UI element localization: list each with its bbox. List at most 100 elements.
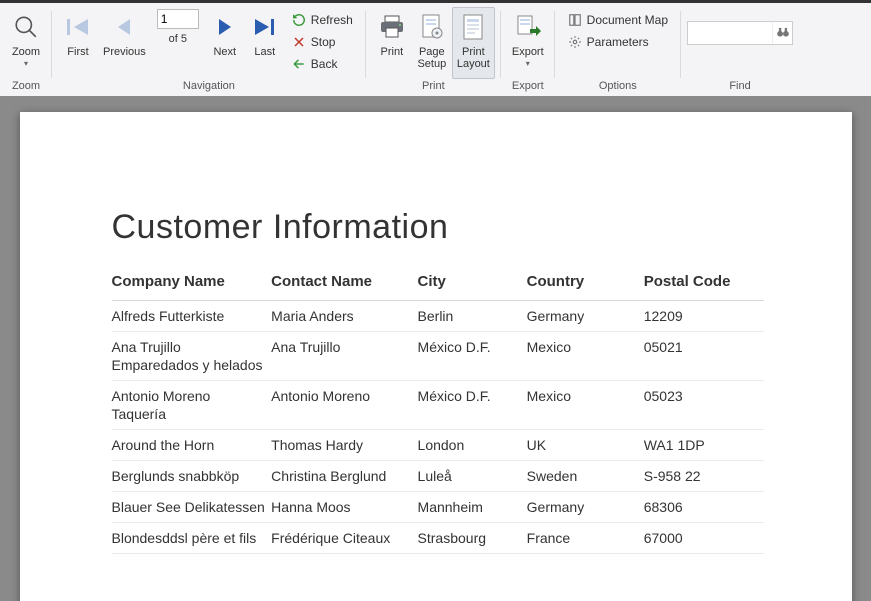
report-viewport[interactable]: Customer Information Company Name Contac…	[0, 96, 871, 601]
document-map-button[interactable]: Document Map	[561, 9, 675, 31]
table-row: Alfreds FutterkisteMaria AndersBerlinGer…	[112, 301, 764, 332]
table-cell: Hanna Moos	[271, 492, 417, 523]
group-options: Document Map Parameters Options	[555, 7, 681, 96]
export-button[interactable]: Export ▾	[507, 7, 549, 79]
table-cell: México D.F.	[418, 332, 527, 381]
refresh-label: Refresh	[311, 13, 353, 27]
stop-button[interactable]: Stop	[285, 31, 360, 53]
th-country: Country	[527, 267, 644, 301]
print-button[interactable]: Print	[372, 7, 412, 79]
chevron-down-icon: ▾	[24, 59, 28, 68]
table-cell: Germany	[527, 301, 644, 332]
table-cell: Frédérique Citeaux	[271, 523, 417, 554]
group-print: Print PageSetup PrintLayout Print	[366, 7, 501, 96]
document-map-icon	[568, 13, 582, 27]
table-cell: Ana Trujillo	[271, 332, 417, 381]
magnifier-icon	[13, 10, 39, 44]
binoculars-icon	[776, 26, 790, 41]
refresh-icon	[292, 13, 306, 27]
previous-page-button[interactable]: Previous	[98, 7, 151, 79]
table-cell: 12209	[644, 301, 764, 332]
group-find-label: Find	[729, 80, 750, 96]
table-cell: S-958 22	[644, 461, 764, 492]
find-button[interactable]	[772, 22, 792, 44]
back-icon	[292, 57, 306, 71]
table-cell: 05021	[644, 332, 764, 381]
print-layout-button[interactable]: PrintLayout	[452, 7, 495, 79]
parameters-label: Parameters	[587, 35, 649, 49]
page-number-input[interactable]	[157, 9, 199, 29]
table-cell: UK	[527, 430, 644, 461]
first-page-button[interactable]: First	[58, 7, 98, 79]
table-cell: 67000	[644, 523, 764, 554]
table-row: Blauer See DelikatessenHanna MoosMannhei…	[112, 492, 764, 523]
table-cell: Thomas Hardy	[271, 430, 417, 461]
table-cell: Mannheim	[418, 492, 527, 523]
table-cell: WA1 1DP	[644, 430, 764, 461]
back-label: Back	[311, 57, 338, 71]
th-postal: Postal Code	[644, 267, 764, 301]
last-icon	[251, 10, 279, 44]
last-label: Last	[254, 46, 275, 58]
table-cell: Ana Trujillo Emparedados y helados	[112, 332, 272, 381]
table-cell: Antonio Moreno Taquería	[112, 381, 272, 430]
table-cell: Blondesddsl père et fils	[112, 523, 272, 554]
table-cell: Strasbourg	[418, 523, 527, 554]
group-print-label: Print	[422, 80, 445, 96]
table-cell: 05023	[644, 381, 764, 430]
chevron-down-icon: ▾	[526, 59, 530, 68]
ribbon-toolbar: Zoom ▾ Zoom First Previous of 5	[0, 0, 871, 96]
table-cell: Blauer See Delikatessen	[112, 492, 272, 523]
group-nav-label: Navigation	[183, 80, 235, 96]
table-cell: Alfreds Futterkiste	[112, 301, 272, 332]
report-page: Customer Information Company Name Contac…	[20, 112, 852, 601]
table-cell: Around the Horn	[112, 430, 272, 461]
stop-icon	[292, 35, 306, 49]
find-input[interactable]	[688, 22, 772, 44]
printer-icon	[378, 10, 406, 44]
document-map-label: Document Map	[587, 13, 668, 27]
nav-extra-col: Refresh Stop Back	[285, 7, 360, 75]
th-contact: Contact Name	[271, 267, 417, 301]
table-header-row: Company Name Contact Name City Country P…	[112, 267, 764, 301]
group-export: Export ▾ Export	[501, 7, 555, 96]
table-cell: Germany	[527, 492, 644, 523]
last-page-button[interactable]: Last	[245, 7, 285, 79]
parameters-icon	[568, 35, 582, 49]
find-wrap	[687, 21, 793, 45]
table-cell: Berglunds snabbköp	[112, 461, 272, 492]
export-label: Export	[512, 46, 544, 58]
options-col: Document Map Parameters	[561, 7, 675, 53]
table-row: Around the HornThomas HardyLondonUKWA1 1…	[112, 430, 764, 461]
zoom-button[interactable]: Zoom ▾	[6, 7, 46, 79]
table-cell: Berlin	[418, 301, 527, 332]
th-city: City	[418, 267, 527, 301]
table-cell: Christina Berglund	[271, 461, 417, 492]
table-cell: 68306	[644, 492, 764, 523]
parameters-button[interactable]: Parameters	[561, 31, 675, 53]
previous-icon	[112, 10, 136, 44]
table-cell: Luleå	[418, 461, 527, 492]
back-button[interactable]: Back	[285, 53, 360, 75]
print-label: Print	[381, 46, 404, 58]
print-layout-icon	[461, 10, 485, 44]
report-title: Customer Information	[112, 208, 764, 247]
table-row: Berglunds snabbköpChristina BerglundLule…	[112, 461, 764, 492]
export-icon	[514, 10, 542, 44]
page-of-label: of 5	[169, 33, 187, 45]
table-cell: France	[527, 523, 644, 554]
table-cell: London	[418, 430, 527, 461]
stop-label: Stop	[311, 35, 336, 49]
zoom-label: Zoom	[12, 46, 40, 58]
group-export-label: Export	[512, 80, 544, 96]
table-cell: Antonio Moreno	[271, 381, 417, 430]
page-setup-icon	[419, 10, 445, 44]
table-cell: Maria Anders	[271, 301, 417, 332]
group-options-label: Options	[599, 80, 637, 96]
table-row: Ana Trujillo Emparedados y heladosAna Tr…	[112, 332, 764, 381]
page-setup-button[interactable]: PageSetup	[412, 7, 452, 79]
next-page-button[interactable]: Next	[205, 7, 245, 79]
print-layout-label: PrintLayout	[457, 46, 490, 70]
th-company: Company Name	[112, 267, 272, 301]
refresh-button[interactable]: Refresh	[285, 9, 360, 31]
